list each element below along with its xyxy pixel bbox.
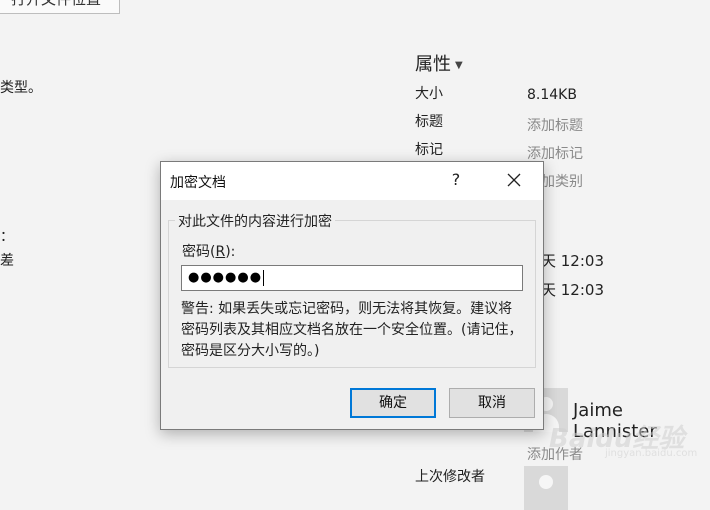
password-mask: ●●●●●● (188, 270, 263, 285)
help-button[interactable]: ? (443, 167, 469, 193)
add-tags-field[interactable]: 添加标记 (527, 143, 583, 163)
password-accelerator-key: R (215, 244, 226, 260)
add-title-field[interactable]: 添加标题 (527, 115, 583, 135)
cancel-button[interactable]: 取消 (449, 388, 535, 418)
avatar-icon (539, 475, 553, 489)
properties-title: 属性 (415, 54, 451, 75)
dialog-titlebar: 加密文档 ? (161, 162, 543, 200)
prop-label-title: 标题 (415, 114, 443, 130)
group-title: 对此文件的内容进行加密 (175, 211, 335, 231)
close-button[interactable] (499, 166, 529, 194)
text-caret (263, 269, 265, 286)
last-modified-label: 上次修改者 (415, 469, 485, 485)
password-label: 密码(R): (182, 244, 236, 260)
left-text-fragment: 类型。 (0, 80, 42, 96)
properties-dropdown[interactable]: 属性 ▼ (415, 50, 463, 76)
left-text-fragment: 差 (0, 253, 14, 269)
password-input[interactable]: ●●●●●● (181, 265, 523, 291)
prop-label-tags: 标记 (415, 142, 443, 158)
warning-text: 警告: 如果丢失或忘记密码，则无法将其恢复。建议将密码列表及其相应文档名放在一个… (181, 301, 523, 359)
open-file-location-button[interactable]: 打开文件位置 (0, 0, 120, 14)
last-modified-avatar (524, 466, 568, 510)
dialog-title: 加密文档 (170, 175, 226, 191)
date-text-fragment: 天 12:03 (541, 252, 604, 270)
add-category-field[interactable]: 加类别 (541, 171, 583, 191)
left-text-fragment: ： (0, 229, 14, 245)
encrypt-document-dialog: 加密文档 ? 对此文件的内容进行加密 密码(R): ●●●●●● 警告: 如果丢… (160, 161, 544, 430)
caret-down-icon: ▼ (455, 60, 463, 71)
ok-button[interactable]: 确定 (350, 388, 436, 418)
date-text-fragment: 天 12:03 (541, 281, 604, 299)
close-icon (507, 173, 521, 187)
watermark-sub: jingyan.baidu.com (605, 448, 698, 459)
prop-value-size: 8.14KB (527, 87, 577, 103)
prop-label-size: 大小 (415, 86, 443, 102)
watermark-logo: Baidu经验 jingyan.baidu.com (549, 418, 710, 460)
